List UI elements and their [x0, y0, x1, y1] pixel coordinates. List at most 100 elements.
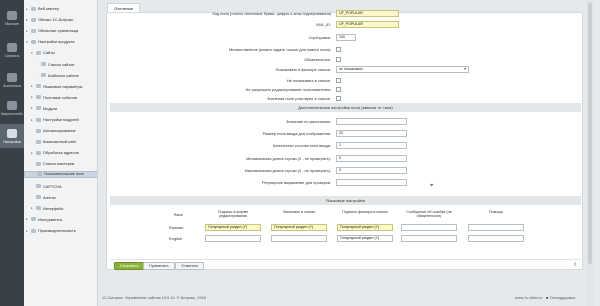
rail-item-2[interactable]: Аналитика	[0, 68, 24, 92]
tree-item[interactable]: · Список мастеров	[24, 159, 74, 168]
tree-item[interactable]: · CAPTCHA	[24, 182, 62, 191]
chevron-right-icon[interactable]: ▸	[31, 95, 35, 99]
tree-item[interactable]: ▸ Языковые параметры	[24, 82, 82, 91]
tree-item[interactable]: · Шаблоны сайтов	[24, 71, 79, 80]
select-value: не показывать	[339, 67, 364, 71]
chevron-right-icon[interactable]: ▸	[26, 18, 30, 22]
field-checkbox[interactable]	[336, 96, 341, 101]
tree-item[interactable]: · Пользовательские поля	[24, 170, 97, 178]
tree-item[interactable]: ▾ Настройки продукта	[24, 37, 74, 46]
lang-input[interactable]	[468, 224, 524, 231]
field-checkbox[interactable]	[336, 57, 341, 62]
tree-item[interactable]: ▸ Веб-мастер	[24, 4, 59, 13]
chevron-right-icon[interactable]: ▸	[31, 84, 35, 88]
rail-icon	[7, 100, 17, 110]
folder-icon	[36, 106, 41, 111]
tree-item[interactable]: · Автокеширование	[24, 126, 76, 135]
tree-item[interactable]: · Композитный сайт	[24, 137, 76, 146]
extra-field-row: Размер поля ввода для отображения: 20	[107, 129, 584, 139]
folder-icon	[31, 217, 36, 222]
folder-icon	[36, 95, 41, 100]
filter-select[interactable]: не показывать ▾	[336, 66, 469, 73]
tree-item-label: Почтовые события	[43, 94, 78, 100]
chevron-right-icon[interactable]: ▸	[31, 206, 35, 210]
chevron-right-icon[interactable]: ▸	[26, 29, 30, 33]
lang-input[interactable]: Популярный раздел (Y)	[271, 224, 327, 231]
field-input[interactable]	[336, 118, 407, 125]
scrollbar-thumb[interactable]	[588, 2, 592, 264]
field-label: Минимальная длина строки (0 - не проверя…	[246, 156, 331, 161]
tree-item[interactable]: ▸ Почтовые события	[24, 93, 77, 102]
rail-item-label: Маркетплейс	[0, 111, 23, 116]
page-scrollbar[interactable]	[586, 0, 594, 306]
rail-item-3[interactable]: Маркетплейс	[0, 96, 24, 120]
field-code-input[interactable]: UF_POPULAR	[336, 10, 399, 17]
lang-input[interactable]	[271, 235, 327, 242]
support-link[interactable]: ■ Техподдержка	[546, 295, 575, 300]
lang-input[interactable]: Популярный раздел (Y)	[337, 224, 393, 231]
folder-icon	[37, 172, 42, 176]
bullet-icon: ·	[31, 161, 33, 166]
rail-icon	[7, 42, 17, 52]
field-label: Размер поля ввода для отображения:	[262, 131, 331, 136]
save-button[interactable]: Сохранить	[114, 262, 145, 270]
field-checkbox[interactable]	[336, 47, 341, 52]
chevron-right-icon[interactable]: ▸	[26, 7, 30, 11]
field-input[interactable]: UF_POPULAR	[336, 21, 399, 28]
field-input[interactable]: 1	[336, 142, 407, 149]
tree-item-label: Интерфейс	[43, 205, 64, 211]
chevron-right-icon[interactable]: ▸	[26, 229, 30, 233]
cancel-button[interactable]: Отменить	[175, 262, 205, 270]
apply-button[interactable]: Применить	[143, 262, 175, 270]
chevron-down-icon[interactable]: ▾	[26, 40, 30, 44]
lang-input[interactable]: Популярный раздел (Y)	[337, 235, 393, 242]
tree-item[interactable]: · Агенты	[24, 193, 56, 202]
tree-item[interactable]: · Список сайтов	[24, 60, 74, 69]
lang-input[interactable]	[468, 235, 524, 242]
tree-item[interactable]: ▸ Обработка адресов	[24, 148, 79, 157]
chevron-right-icon[interactable]: ▸	[31, 118, 35, 122]
field-input[interactable]: 20	[336, 130, 407, 137]
tree-item[interactable]: ▸ Модули	[24, 104, 57, 113]
folder-icon	[31, 228, 36, 233]
tree-item[interactable]: ▸ Интерфейс	[24, 204, 64, 213]
mouse-cursor-icon: ⌖	[430, 183, 434, 189]
folder-icon	[36, 161, 41, 166]
form-card: Код поля (только латинские буквы, цифры …	[106, 10, 584, 270]
rail-item-label: Магазин	[5, 21, 19, 26]
field-row: Множественное (можно задать только для н…	[107, 45, 584, 55]
folder-icon	[36, 128, 41, 133]
rail-item-0[interactable]: Магазин	[0, 6, 24, 30]
field-checkbox[interactable]	[336, 87, 341, 92]
tree-item-label: Настройки продукта	[38, 39, 75, 45]
bitrix-site-link[interactable]: www.1c-bitrix.ru	[515, 295, 542, 300]
tree-item-label: Список сайтов	[48, 61, 75, 67]
support-icon: ■	[546, 295, 549, 300]
tree-item[interactable]: ▸ Облако 1С-Битрикс	[24, 15, 73, 24]
chevron-right-icon[interactable]: ▸	[26, 217, 30, 221]
field-input[interactable]	[336, 179, 407, 186]
lang-input[interactable]	[401, 235, 457, 242]
tree-item[interactable]: ▸ Облачные хранилища	[24, 26, 78, 35]
tree-item[interactable]: ▸ Производительность	[24, 226, 76, 235]
lang-input[interactable]	[205, 235, 261, 242]
tree-item[interactable]: ▸ Инструменты	[24, 215, 62, 224]
folder-icon	[36, 50, 41, 55]
field-checkbox[interactable]	[336, 78, 341, 83]
field-input[interactable]: 0	[336, 155, 407, 162]
expand-icon[interactable]: ⇕	[573, 262, 577, 268]
lang-input[interactable]: Популярный раздел (Y)	[205, 224, 261, 231]
tree-item[interactable]: ▸ Настройки модулей	[24, 115, 79, 124]
rail-item-1[interactable]: Сервисы	[0, 38, 24, 62]
chevron-down-icon[interactable]: ▾	[31, 51, 35, 55]
chevron-right-icon[interactable]: ▸	[31, 151, 35, 155]
rail-item-4[interactable]: Настройки	[0, 124, 24, 148]
folder-icon	[31, 28, 36, 33]
field-input[interactable]: 0	[336, 167, 407, 174]
chevron-right-icon[interactable]: ▸	[31, 106, 35, 110]
lang-input[interactable]	[401, 224, 457, 231]
rail-item-label: Настройки	[3, 139, 21, 144]
field-label: Сортировка:	[308, 35, 331, 40]
field-input[interactable]: 100	[336, 34, 356, 41]
tree-item[interactable]: ▾ Сайты	[24, 48, 55, 57]
